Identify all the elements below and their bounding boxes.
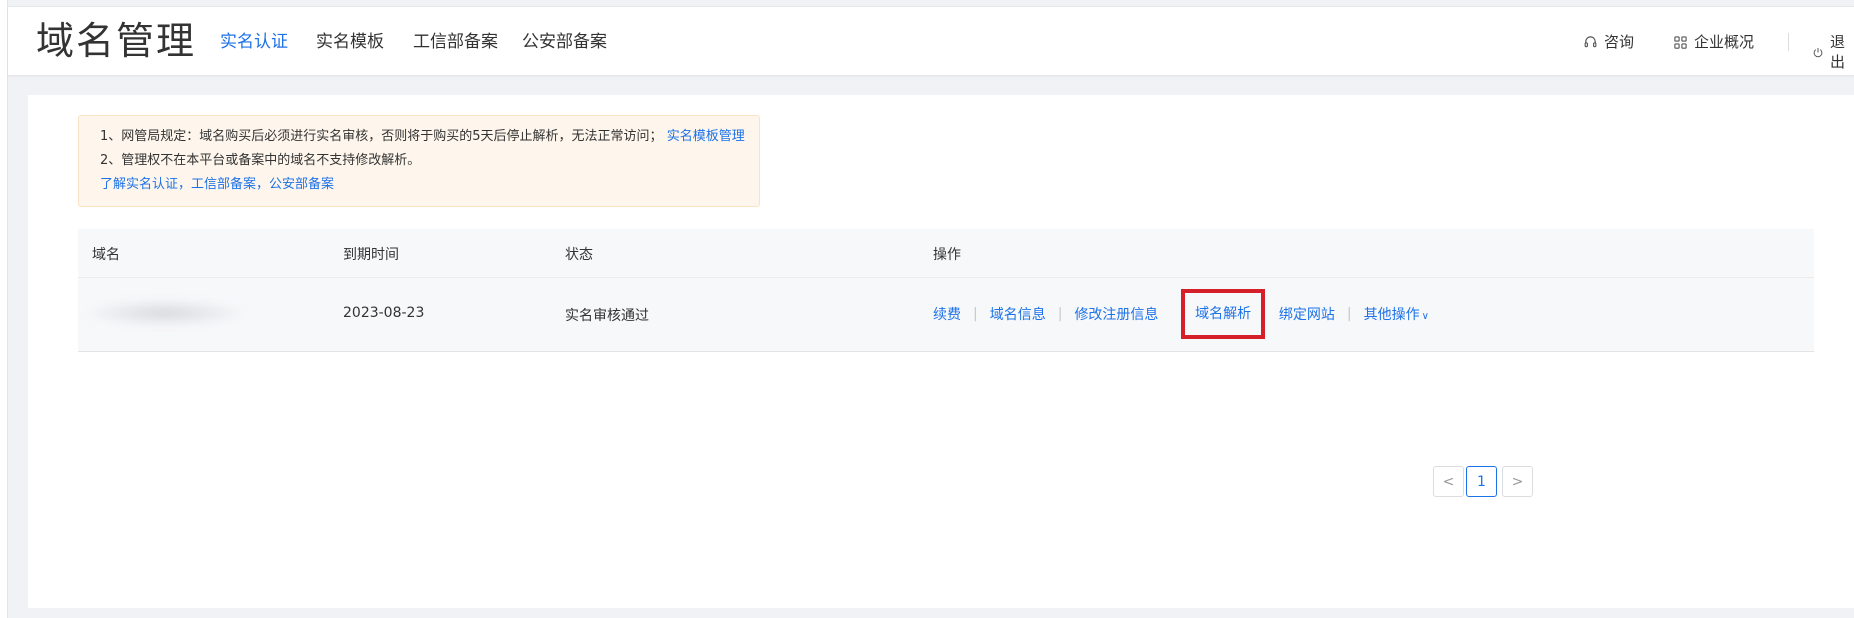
page-1-button[interactable]: 1 xyxy=(1466,466,1497,497)
action-separator: | xyxy=(973,306,978,322)
domain-info-link[interactable]: 域名信息 xyxy=(990,304,1046,324)
tab-miit-filing[interactable]: 工信部备案 xyxy=(413,31,498,53)
toolbar-divider xyxy=(1788,33,1789,51)
page-title: 域名管理 xyxy=(36,19,197,63)
action-separator: | xyxy=(1346,306,1352,322)
col-actions: 操作 xyxy=(933,247,961,263)
tab-real-name-auth[interactable]: 实名认证 xyxy=(220,31,288,53)
renew-link[interactable]: 续费 xyxy=(933,304,961,324)
status-text: 实名审核通过 xyxy=(565,308,649,324)
notice-line-2: 2、管理权不在本平台或备案中的域名不支持修改解析。 xyxy=(100,153,421,168)
table-row: 2023-08-23 实名审核通过 续费 | 域名信息 | 修改注册信息 | 域… xyxy=(78,277,1814,352)
col-expiry: 到期时间 xyxy=(343,247,399,263)
power-icon xyxy=(1813,47,1823,57)
notice-box: 1、网管局规定：域名购买后必须进行实名审核，否则将于购买的5天后停止解析，无法正… xyxy=(78,115,760,207)
learn-more-link[interactable]: 了解实名认证，工信部备案，公安部备案 xyxy=(100,173,759,197)
notice-line-1-text: 1、网管局规定：域名购买后必须进行实名审核，否则将于购买的5天后停止解析，无法正… xyxy=(100,129,663,144)
tab-real-name-template[interactable]: 实名模板 xyxy=(316,31,384,53)
more-actions-dropdown[interactable]: 其他操作 ∨ xyxy=(1364,304,1429,324)
dns-resolve-link[interactable]: 域名解析 xyxy=(1181,289,1266,339)
blurred-domain-name xyxy=(90,300,240,326)
bind-website-link[interactable]: 绑定网站 xyxy=(1279,304,1335,324)
edit-registration-link[interactable]: 修改注册信息 xyxy=(1074,304,1158,324)
consult-button[interactable]: 咨询 xyxy=(1583,32,1634,52)
consult-label: 咨询 xyxy=(1604,33,1635,51)
row-actions: 续费 | 域名信息 | 修改注册信息 | 域名解析 | 绑定网站 | 其他操作∨ xyxy=(933,289,1429,339)
logout-label: 退出 xyxy=(1830,33,1846,71)
overview-label: 企业概况 xyxy=(1694,33,1755,51)
table-header: 域名 到期时间 状态 操作 xyxy=(78,229,1814,277)
next-page-button[interactable]: > xyxy=(1502,466,1533,497)
more-actions-label: 其他操作 xyxy=(1363,307,1420,323)
company-overview-button[interactable]: 企业概况 xyxy=(1673,32,1754,52)
tab-police-filing[interactable]: 公安部备案 xyxy=(522,31,607,53)
headset-icon xyxy=(1584,35,1597,47)
grid-icon xyxy=(1674,35,1687,49)
chevron-down-icon: ∨ xyxy=(1421,311,1429,322)
template-manage-link[interactable]: 实名模板管理 xyxy=(667,129,745,144)
col-domain: 域名 xyxy=(92,247,120,263)
prev-page-button[interactable]: < xyxy=(1433,466,1464,497)
action-separator: | xyxy=(1057,306,1063,322)
top-bar: 域名管理 实名认证 实名模板 工信部备案 公安部备案 咨询 企业概况 退出 xyxy=(8,6,1854,76)
window-edge xyxy=(0,0,8,618)
col-status: 状态 xyxy=(565,247,593,263)
domain-table: 域名 到期时间 状态 操作 2023-08-23 实名审核通过 续费 | 域名信… xyxy=(78,229,1814,352)
logout-button[interactable]: 退出 xyxy=(1812,32,1854,72)
notice-line-1: 1、网管局规定：域名购买后必须进行实名审核，否则将于购买的5天后停止解析，无法正… xyxy=(100,125,759,149)
expiry-date: 2023-08-23 xyxy=(343,305,425,321)
main-panel: 1、网管局规定：域名购买后必须进行实名审核，否则将于购买的5天后停止解析，无法正… xyxy=(28,95,1854,608)
